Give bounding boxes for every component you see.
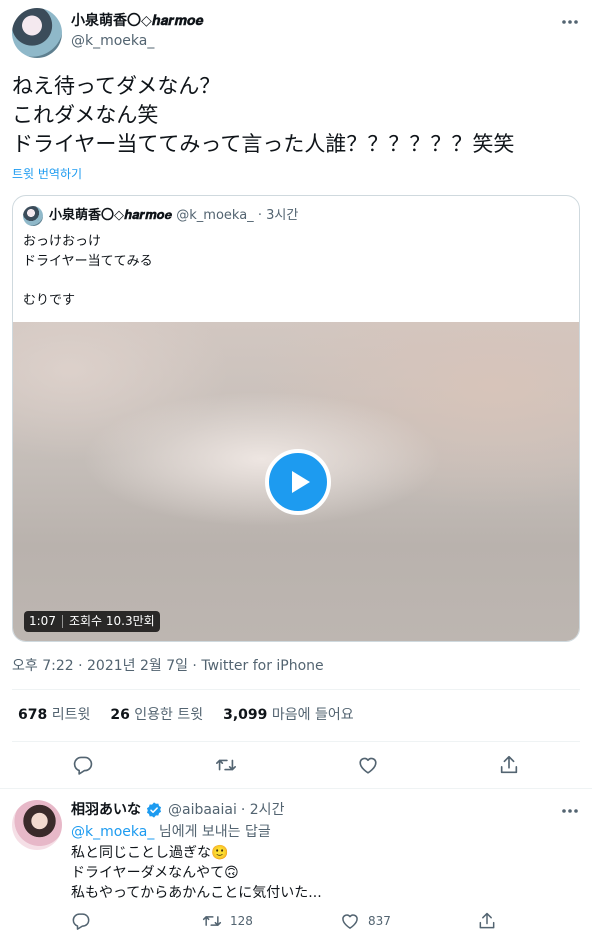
reply-text: 私と同じことし過ぎな🙂 ドライヤーダメなんやて🙃 私もやってからあかんことに気付…: [71, 843, 322, 903]
reply-action-retweet[interactable]: 128: [202, 911, 253, 931]
play-icon: [292, 471, 310, 493]
reply-action-reply-icon[interactable]: [71, 911, 91, 931]
quote-tweets-stat[interactable]: 26 인용한 트윗: [110, 705, 203, 725]
retweets-count: 678: [18, 707, 48, 723]
tweet-source[interactable]: Twitter for iPhone: [201, 658, 323, 674]
timestamp-text[interactable]: 오후 7:22 · 2021년 2월 7일 ·: [12, 658, 201, 674]
reply-share-icon[interactable]: [477, 911, 497, 931]
reply-icon[interactable]: [72, 754, 94, 776]
quote-tweets-label: 인용한 트윗: [134, 707, 204, 723]
video-player[interactable]: 1:07 조회수 10.3만회: [13, 322, 579, 641]
tweet-text-line: ドライヤー当ててみって言った人誰？？？？？？笑笑: [12, 132, 515, 156]
reply-more-icon[interactable]: [560, 801, 580, 821]
like-icon[interactable]: [357, 754, 379, 776]
reply-author-name[interactable]: 相羽あいな: [71, 800, 141, 820]
reply-text-line: 私と同じことし過ぎな🙂: [71, 845, 229, 861]
tweet-stats: 678 리트윗 26 인용한 트윗 3,099 마음에 들어요: [18, 705, 354, 725]
quote-text-line: [23, 271, 153, 291]
reply-like-count: 837: [368, 914, 391, 928]
video-duration: 1:07: [29, 614, 56, 628]
quote-text: おっけおっけ ドライヤー当ててみる むりです: [23, 232, 153, 310]
reply-retweet-icon: [202, 911, 222, 931]
replying-to: @k_moeka_ 님에게 보내는 답글: [71, 822, 271, 842]
replying-to-handle[interactable]: @k_moeka_: [71, 824, 154, 840]
video-views: 조회수 10.3만회: [68, 614, 155, 628]
likes-count: 3,099: [223, 707, 268, 723]
retweet-icon[interactable]: [215, 754, 237, 776]
quote-header: 小泉萌香〇◇𝒉𝒂𝒓𝒎𝒐𝒆 @k_moeka_ · 3시간: [49, 206, 298, 226]
video-duration-badge: 1:07 조회수 10.3만회: [24, 611, 160, 632]
replying-to-suffix: 님에게 보내는 답글: [154, 824, 271, 840]
quote-author-name: 小泉萌香〇◇𝒉𝒂𝒓𝒎𝒐𝒆: [49, 208, 173, 223]
likes-stat[interactable]: 3,099 마음에 들어요: [223, 705, 353, 725]
reply-header: 相羽あいな @aibaaiai · 2시간: [71, 800, 284, 820]
quote-text-line: ドライヤー当ててみる: [23, 253, 153, 269]
tweet-timestamp: 오후 7:22 · 2021년 2월 7일 · Twitter for iPho…: [12, 656, 324, 676]
reply-action-like[interactable]: 837: [340, 911, 391, 931]
author-handle[interactable]: @k_moeka_: [71, 31, 154, 51]
reply-retweet-count: 128: [230, 914, 253, 928]
quote-time: · 3시간: [257, 208, 299, 223]
author-avatar[interactable]: [12, 8, 62, 58]
more-icon[interactable]: [560, 12, 580, 32]
reply-text-line: 私もやってからあかんことに気付いた...: [71, 885, 322, 901]
quote-text-line: おっけおっけ: [23, 234, 102, 249]
quote-author-avatar: [23, 206, 43, 226]
reply-time[interactable]: · 2시간: [241, 800, 285, 820]
reply-like-icon: [340, 911, 360, 931]
reply-text-line: ドライヤーダメなんやて🙃: [71, 865, 239, 881]
verified-icon: [145, 801, 163, 819]
tweet-text-line: ねえ待ってダメなん？: [12, 74, 221, 98]
play-button[interactable]: [265, 449, 331, 515]
translate-link[interactable]: 트윗 번역하기: [12, 166, 82, 182]
likes-label: 마음에 들어요: [271, 707, 354, 723]
quote-tweets-count: 26: [110, 707, 130, 723]
quote-text-line: むりです: [23, 292, 76, 308]
quote-tweet-card[interactable]: 小泉萌香〇◇𝒉𝒂𝒓𝒎𝒐𝒆 @k_moeka_ · 3시간 おっけおっけ ドライヤ…: [12, 195, 580, 642]
quote-author-handle: @k_moeka_: [176, 208, 254, 223]
tweet-text-line: これダメなん笑: [12, 103, 159, 127]
tweet-text: ねえ待ってダメなん？ これダメなん笑 ドライヤー当ててみって言った人誰？？？？？…: [12, 72, 514, 159]
author-name[interactable]: 小泉萌香〇◇𝒉𝒂𝒓𝒎𝒐𝒆: [71, 11, 204, 31]
reply-author-avatar[interactable]: [12, 800, 62, 850]
reply-author-handle[interactable]: @aibaaiai: [168, 800, 237, 820]
retweets-stat[interactable]: 678 리트윗: [18, 705, 90, 725]
retweets-label: 리트윗: [51, 707, 91, 723]
share-icon[interactable]: [498, 754, 520, 776]
